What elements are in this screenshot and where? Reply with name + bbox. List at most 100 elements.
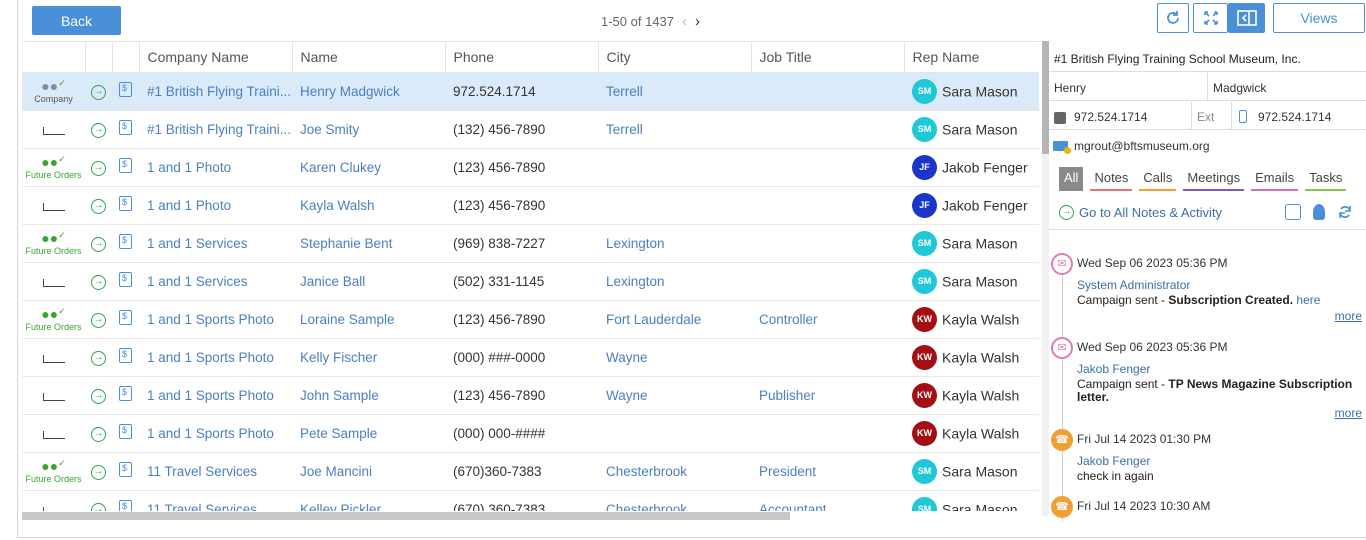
detail-email[interactable]: mgrout@bftsmuseum.org <box>1074 139 1210 153</box>
arrow-circle-icon[interactable]: → <box>91 389 106 404</box>
city-cell[interactable]: Chesterbrook <box>598 452 751 491</box>
contact-name-cell[interactable]: Henry Madgwick <box>292 72 445 111</box>
phone-cell[interactable]: (123) 456-7890 <box>445 186 598 225</box>
col-city[interactable]: City <box>598 42 752 73</box>
job-title-cell[interactable] <box>751 110 904 149</box>
row-doc-cell[interactable] <box>112 490 139 511</box>
row-go-cell[interactable]: → <box>85 414 112 453</box>
arrow-circle-icon[interactable]: → <box>91 275 106 290</box>
arrow-circle-icon[interactable]: → <box>91 427 106 442</box>
job-title-cell[interactable] <box>751 224 904 263</box>
horizontal-scrollbar[interactable] <box>22 512 790 520</box>
phone-cell[interactable]: (670) 360-7383 <box>445 490 598 511</box>
row-type-cell[interactable]: ●●✓ Company <box>22 72 85 111</box>
phone-cell[interactable]: (123) 456-7890 <box>445 376 598 415</box>
rep-name-cell[interactable]: SM Sara Mason <box>904 452 1039 491</box>
detail-ext[interactable]: Ext <box>1197 110 1214 124</box>
phone-cell[interactable]: (000) 000-#### <box>445 414 598 453</box>
rep-name-cell[interactable]: SM Sara Mason <box>904 490 1039 511</box>
invoice-doc-icon[interactable] <box>119 196 132 211</box>
phone-cell[interactable]: (132) 456-7890 <box>445 110 598 149</box>
row-doc-cell[interactable] <box>112 452 139 491</box>
row-doc-cell[interactable] <box>112 338 139 377</box>
company-name-cell[interactable]: #1 British Flying Traini... <box>139 72 292 111</box>
contact-name-cell[interactable]: Pete Sample <box>292 414 445 453</box>
row-doc-cell[interactable] <box>112 72 139 111</box>
detail-last-name[interactable]: Madgwick <box>1213 81 1266 95</box>
table-row[interactable]: ●●✓ Future Orders → 11 Travel ServicesJoe M… <box>22 452 1039 491</box>
rep-name-cell[interactable]: JF Jakob Fenger <box>904 148 1039 187</box>
row-doc-cell[interactable] <box>112 186 139 225</box>
row-type-cell[interactable] <box>22 414 85 453</box>
col-rep-name[interactable]: Rep Name <box>904 42 1039 73</box>
table-row[interactable]: → 1 and 1 ServicesJanice Ball(502) 331-11… <box>22 262 1039 301</box>
contact-name-cell[interactable]: John Sample <box>292 376 445 415</box>
invoice-doc-icon[interactable] <box>119 234 132 249</box>
person-icon[interactable] <box>1313 204 1325 220</box>
contact-name-cell[interactable]: Janice Ball <box>292 262 445 301</box>
invoice-doc-icon[interactable] <box>119 348 132 363</box>
row-go-cell[interactable]: → <box>85 376 112 415</box>
rep-name-cell[interactable]: SM Sara Mason <box>904 262 1039 301</box>
city-cell[interactable]: Lexington <box>598 262 751 301</box>
rep-name-cell[interactable]: JF Jakob Fenger <box>904 186 1039 225</box>
arrow-circle-icon[interactable]: → <box>91 465 106 480</box>
table-row[interactable]: → 1 and 1 PhotoKayla Walsh(123) 456-7890 J… <box>22 186 1039 225</box>
tab-tasks[interactable]: Tasks <box>1305 167 1347 191</box>
contact-card-icon[interactable] <box>1285 204 1301 220</box>
invoice-doc-icon[interactable] <box>119 158 132 173</box>
contact-name-cell[interactable]: Kelly Fischer <box>292 338 445 377</box>
company-name-cell[interactable]: 1 and 1 Sports Photo <box>139 376 292 415</box>
company-name-cell[interactable]: 1 and 1 Sports Photo <box>139 300 292 339</box>
invoice-doc-icon[interactable] <box>119 424 132 439</box>
city-cell[interactable]: Fort Lauderdale <box>598 300 751 339</box>
row-go-cell[interactable]: → <box>85 490 112 511</box>
city-cell[interactable] <box>598 414 751 453</box>
contact-name-cell[interactable]: Kayla Walsh <box>292 186 445 225</box>
row-type-cell[interactable] <box>22 262 85 301</box>
views-button[interactable]: Views <box>1273 3 1365 33</box>
city-cell[interactable]: Lexington <box>598 224 751 263</box>
table-row[interactable]: ●●✓ Future Orders → 1 and 1 PhotoKaren Cluk… <box>22 148 1039 187</box>
detail-first-name[interactable]: Henry <box>1054 81 1086 95</box>
company-name-cell[interactable]: 1 and 1 Photo <box>139 148 292 187</box>
row-go-cell[interactable]: → <box>85 186 112 225</box>
arrow-circle-icon[interactable]: → <box>91 199 106 214</box>
prev-page-icon[interactable]: ‹ <box>682 13 687 30</box>
rep-name-cell[interactable]: SM Sara Mason <box>904 224 1039 263</box>
contact-name-cell[interactable]: Stephanie Bent <box>292 224 445 263</box>
rep-name-cell[interactable]: KW Kayla Walsh <box>904 414 1039 453</box>
tab-calls[interactable]: Calls <box>1139 167 1177 191</box>
row-doc-cell[interactable] <box>112 376 139 415</box>
row-doc-cell[interactable] <box>112 224 139 263</box>
table-row[interactable]: → 11 Travel ServicesKelley Pickler(670) 3… <box>22 490 1039 511</box>
row-type-cell[interactable] <box>22 338 85 377</box>
phone-cell[interactable]: (123) 456-7890 <box>445 300 598 339</box>
side-panel-toggle-button[interactable] <box>1228 3 1265 33</box>
invoice-doc-icon[interactable] <box>119 386 132 401</box>
detail-mobile[interactable]: 972.524.1714 <box>1258 110 1331 124</box>
phone-cell[interactable]: (123) 456-7890 <box>445 148 598 187</box>
job-title-cell[interactable]: Accountant <box>751 490 904 511</box>
company-name-cell[interactable]: 11 Travel Services <box>139 490 292 511</box>
arrow-circle-icon[interactable]: → <box>91 85 106 100</box>
tab-meetings[interactable]: Meetings <box>1183 167 1245 191</box>
next-page-icon[interactable]: › <box>695 13 700 30</box>
sync-icon[interactable] <box>1337 204 1353 220</box>
arrow-circle-icon[interactable]: → <box>91 123 106 138</box>
table-row[interactable]: ●●✓ Future Orders → 1 and 1 ServicesStephan… <box>22 224 1039 263</box>
table-row[interactable]: → 1 and 1 Sports PhotoPete Sample(000) 00… <box>22 414 1039 453</box>
invoice-doc-icon[interactable] <box>119 310 132 325</box>
contact-name-cell[interactable]: Kelley Pickler <box>292 490 445 511</box>
contact-name-cell[interactable]: Loraine Sample <box>292 300 445 339</box>
arrow-circle-icon[interactable]: → <box>91 237 106 252</box>
row-go-cell[interactable]: → <box>85 110 112 149</box>
city-cell[interactable]: Terrell <box>598 110 751 149</box>
row-type-cell[interactable]: ●●✓ Future Orders <box>22 300 85 339</box>
rep-name-cell[interactable]: SM Sara Mason <box>904 72 1039 111</box>
row-type-cell[interactable]: ●●✓ Future Orders <box>22 224 85 263</box>
phone-cell[interactable]: (000) ###-0000 <box>445 338 598 377</box>
phone-cell[interactable]: 972.524.1714 <box>445 72 598 111</box>
table-row[interactable]: → 1 and 1 Sports PhotoKelly Fischer(000) … <box>22 338 1039 377</box>
table-row[interactable]: ●●✓ Future Orders → 1 and 1 Sports PhotoLor… <box>22 300 1039 339</box>
